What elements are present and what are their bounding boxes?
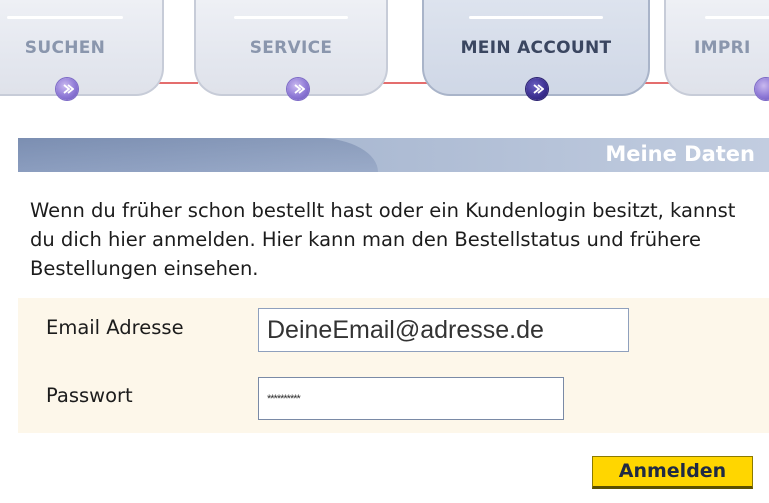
password-field[interactable] (258, 377, 564, 420)
arrow-circle-icon[interactable] (755, 78, 769, 100)
main-navigation: SUCHEN SERVICE MEIN ACCOUNT IMPRI (0, 0, 769, 120)
tab-label: SERVICE (249, 38, 333, 58)
tab-label: MEIN ACCOUNT (460, 38, 612, 58)
login-button[interactable]: Anmelden (592, 456, 753, 489)
panel-header: Meine Daten (18, 138, 769, 172)
tab-suchen[interactable]: SUCHEN (0, 0, 164, 96)
tab-impressum[interactable]: IMPRI (664, 0, 769, 96)
arrow-circle-icon[interactable] (56, 78, 78, 100)
tab-label: SUCHEN (24, 38, 106, 58)
arrow-circle-icon[interactable] (287, 78, 309, 100)
email-label: Email Adresse (46, 316, 184, 339)
password-label: Passwort (46, 384, 133, 407)
email-field[interactable] (258, 308, 629, 352)
arrow-circle-icon[interactable] (526, 78, 548, 100)
login-form: Email Adresse Passwort (18, 298, 769, 433)
login-panel: Meine Daten Wenn du früher schon bestell… (18, 138, 769, 503)
panel-title: Meine Daten (605, 142, 755, 166)
panel-intro-text: Wenn du früher schon bestellt hast oder … (30, 199, 736, 280)
tab-label: IMPRI (694, 38, 751, 58)
